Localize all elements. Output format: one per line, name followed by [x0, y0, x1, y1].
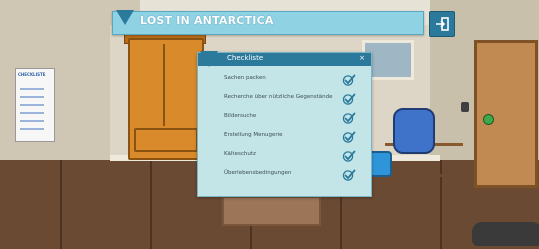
checklist-item-label: Bildersuche	[224, 113, 257, 119]
poster-title: CHECKLISTE	[18, 72, 46, 77]
floor-plank	[150, 160, 152, 249]
check-icon	[342, 112, 356, 124]
check-icon	[342, 93, 356, 105]
checklist-item-label: Erstellung Menugerie	[224, 132, 283, 138]
checklist-item-label: Kälteschutz	[224, 151, 256, 157]
check-icon	[342, 74, 356, 86]
checklist-item: Überlebensbedingungen	[224, 168, 362, 182]
checklist-header: Checkliste ×	[198, 53, 371, 66]
room-door[interactable]	[474, 40, 538, 188]
poster-line	[20, 120, 44, 122]
poster-line	[20, 104, 44, 106]
poster-line	[20, 96, 44, 98]
backpack[interactable]	[393, 108, 435, 154]
check-icon	[342, 150, 356, 162]
wardrobe-door-divider	[163, 44, 165, 126]
game-title: LOST IN ANTARCTICA	[140, 14, 274, 27]
poster-line	[20, 88, 44, 90]
boots[interactable]	[472, 222, 539, 246]
wardrobe-drawer	[134, 128, 198, 152]
checklist-item: Bildersuche	[224, 111, 362, 125]
checklist-item: Erstellung Menugerie	[224, 130, 362, 144]
door-knob[interactable]	[483, 114, 494, 125]
poster-line	[20, 128, 44, 130]
checklist-item: Recherche über nützliche Gegenstände	[224, 92, 362, 106]
exit-door-icon	[436, 17, 449, 31]
checklist-item: Sachen packen	[224, 73, 362, 87]
check-icon	[342, 169, 356, 181]
floor-rug	[222, 196, 321, 226]
poster-line	[20, 112, 44, 114]
checklist-item-label: Überlebensbedingungen	[224, 170, 292, 176]
checklist-close-button[interactable]: ×	[359, 54, 365, 62]
checklist-item-label: Sachen packen	[224, 75, 266, 81]
floor-plank	[60, 160, 62, 249]
exit-button[interactable]	[429, 11, 455, 37]
checklist-title: Checkliste	[227, 54, 264, 62]
title-triangle-icon	[116, 10, 134, 25]
light-switch	[461, 102, 469, 112]
check-icon	[342, 131, 356, 143]
checklist-panel: Checkliste × Sachen packen Recherche übe…	[197, 52, 372, 197]
checklist-item: Kälteschutz	[224, 149, 362, 163]
checklist-item-label: Recherche über nützliche Gegenstände	[224, 94, 333, 100]
checklist-triangle-icon	[200, 51, 218, 67]
